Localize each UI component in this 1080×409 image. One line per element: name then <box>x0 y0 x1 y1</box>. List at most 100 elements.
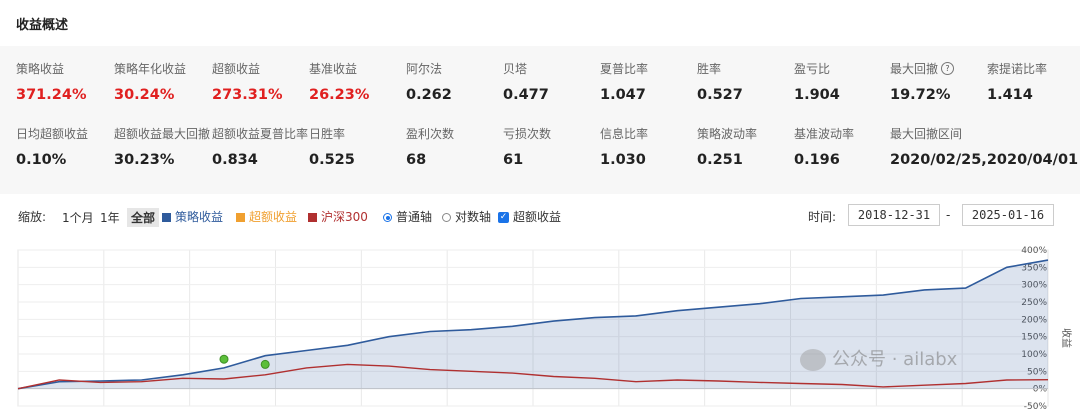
metric-value: 0.527 <box>697 87 743 103</box>
axis-log-label: 对数轴 <box>455 210 492 224</box>
excess-return-label: 超额收益 <box>513 210 562 224</box>
help-icon[interactable]: ? <box>941 62 955 75</box>
metric-value: 1.414 <box>987 87 1033 103</box>
returns-chart: 400%350%300%250%200%150%100%50%0%-50%收益 <box>17 246 1073 409</box>
metric-item: 日均超额收益 0.10% <box>16 127 88 169</box>
time-label: 时间: <box>808 210 837 224</box>
legend-excess-label: 超额收益 <box>249 210 298 224</box>
checkbox-checked-icon: ✓ <box>498 212 509 223</box>
date-separator: - <box>946 208 951 222</box>
metric-label: 最大回撤? <box>890 62 955 76</box>
metric-item: 策略收益 371.24% <box>16 62 86 104</box>
metric-label: 策略波动率 <box>697 127 758 141</box>
excess-return-checkbox[interactable]: ✓ 超额收益 <box>498 208 561 225</box>
legend-strategy[interactable]: 策略收益 <box>162 208 223 225</box>
zoom-1month-button[interactable]: 1个月 <box>58 208 98 227</box>
legend-excess[interactable]: 超额收益 <box>236 208 297 225</box>
metric-item: 贝塔 0.477 <box>503 62 549 104</box>
metric-value: 273.31% <box>212 87 283 103</box>
zoom-all-button[interactable]: 全部 <box>127 208 160 227</box>
legend-excess-swatch <box>236 213 245 222</box>
metric-value: 1.047 <box>600 87 646 103</box>
watermark: 公众号 · ailabx <box>800 345 957 371</box>
metric-label: 基准波动率 <box>794 127 855 141</box>
axis-normal-label: 普通轴 <box>396 210 433 224</box>
watermark-text: 公众号 · ailabx <box>832 349 958 370</box>
y-tick-label: -50% <box>1024 402 1048 409</box>
chart-toolbar: 缩放: 1个月 1年 全部 策略收益 超额收益 沪深300 普通轴 对数轴 ✓ 超… <box>0 202 1080 232</box>
metric-label: 超额收益 <box>212 62 261 76</box>
metric-label: 夏普比率 <box>600 62 649 76</box>
metric-value: 30.23% <box>114 152 175 168</box>
metric-label: 贝塔 <box>503 62 528 76</box>
metric-label: 超额收益夏普比率 <box>212 127 309 141</box>
metric-label: 策略收益 <box>16 62 65 76</box>
metric-value: 30.24% <box>114 87 175 103</box>
metric-item: 盈亏比 1.904 <box>794 62 840 104</box>
metric-label: 索提诺比率 <box>987 62 1048 76</box>
metric-value: 26.23% <box>309 87 370 103</box>
metric-value: 19.72% <box>890 87 951 103</box>
metric-item: 胜率 0.527 <box>697 62 743 104</box>
metric-item: 最大回撤区间 2020/02/25,2020/04/01 <box>890 127 1078 169</box>
metric-value: 0.834 <box>212 152 258 168</box>
metric-label: 亏损次数 <box>503 127 552 141</box>
radio-selected-icon <box>383 213 392 222</box>
metric-item: 最大回撤? 19.72% <box>890 62 955 104</box>
metrics-panel: 策略收益 371.24% 策略年化收益 30.24% 超额收益 273.31% 基准收益 26… <box>0 46 1080 194</box>
legend-strategy-label: 策略收益 <box>175 210 224 224</box>
metric-label: 日胜率 <box>309 127 346 141</box>
metric-item: 基准波动率 0.196 <box>794 127 854 169</box>
metric-value: 68 <box>406 152 427 168</box>
start-date-input[interactable]: 2018-12-31 <box>848 204 940 226</box>
y-axis-label: 收益 <box>1060 328 1073 348</box>
metric-value: 2020/02/25,2020/04/01 <box>890 152 1079 168</box>
metric-item: 盈利次数 68 <box>406 127 454 169</box>
metric-item: 日胜率 0.525 <box>309 127 355 169</box>
metric-value: 0.196 <box>794 152 840 168</box>
metric-item: 超额收益最大回撤 30.23% <box>114 127 210 169</box>
metric-label: 基准收益 <box>309 62 358 76</box>
metric-item: 索提诺比率 1.414 <box>987 62 1047 104</box>
trade-marker <box>260 359 270 369</box>
section-title: 收益概述 <box>16 18 69 33</box>
metric-label: 阿尔法 <box>406 62 443 76</box>
metric-label: 信息比率 <box>600 127 649 141</box>
metric-value: 1.904 <box>794 87 840 103</box>
zoom-label: 缩放: <box>18 210 47 224</box>
metric-label: 盈亏比 <box>794 62 831 76</box>
metric-value: 0.525 <box>309 152 355 168</box>
metric-value: 0.10% <box>16 152 67 168</box>
trade-marker <box>219 354 229 364</box>
axis-log-radio[interactable]: 对数轴 <box>442 208 491 225</box>
metric-label: 最大回撤区间 <box>890 127 963 141</box>
metric-item: 夏普比率 1.047 <box>600 62 648 104</box>
metric-value: 371.24% <box>16 87 87 103</box>
radio-unselected-icon <box>442 213 451 222</box>
metric-value: 61 <box>503 152 524 168</box>
metric-item: 阿尔法 0.262 <box>406 62 452 104</box>
metric-label: 策略年化收益 <box>114 62 187 76</box>
legend-hs300-swatch <box>308 213 317 222</box>
metric-item: 基准收益 26.23% <box>309 62 369 104</box>
wechat-icon <box>800 349 826 371</box>
metric-value: 0.262 <box>406 87 452 103</box>
metric-item: 超额收益 273.31% <box>212 62 282 104</box>
metric-value: 0.477 <box>503 87 549 103</box>
legend-strategy-swatch <box>162 213 171 222</box>
axis-normal-radio[interactable]: 普通轴 <box>383 208 432 225</box>
metric-item: 超额收益夏普比率 0.834 <box>212 127 308 169</box>
zoom-1year-button[interactable]: 1年 <box>96 208 124 227</box>
metric-label: 日均超额收益 <box>16 127 89 141</box>
metric-item: 策略波动率 0.251 <box>697 127 757 169</box>
legend-hs300[interactable]: 沪深300 <box>308 208 368 225</box>
metric-label: 超额收益最大回撤 <box>114 127 211 141</box>
legend-hs300-label: 沪深300 <box>321 210 368 224</box>
metric-label: 盈利次数 <box>406 127 455 141</box>
end-date-input[interactable]: 2025-01-16 <box>962 204 1054 226</box>
metric-label: 胜率 <box>697 62 722 76</box>
section-header: 收益概述 <box>0 0 1080 47</box>
metric-item: 亏损次数 61 <box>503 127 551 169</box>
metric-item: 策略年化收益 30.24% <box>114 62 186 104</box>
metric-value: 1.030 <box>600 152 646 168</box>
